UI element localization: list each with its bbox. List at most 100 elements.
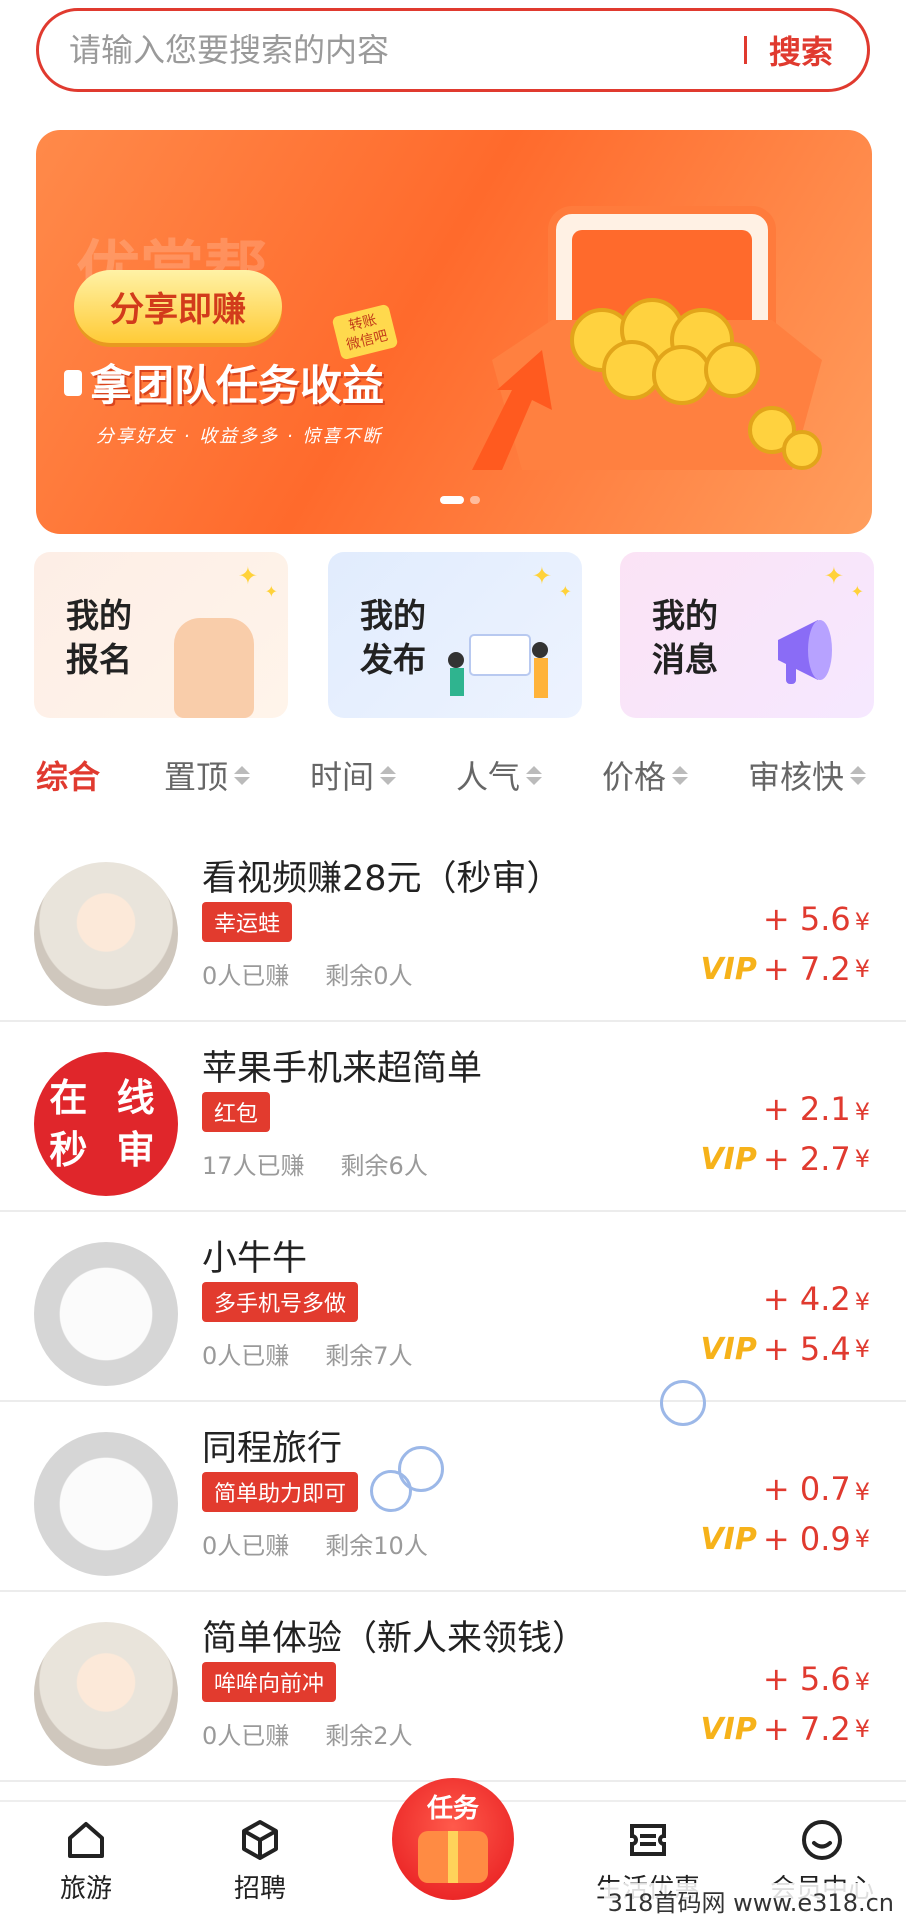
tab-label: 审核快 bbox=[748, 758, 845, 796]
nav-label: 招聘 bbox=[233, 1874, 286, 1904]
touch-bubble-icon bbox=[370, 1470, 412, 1512]
sparkle-icon: ✦ bbox=[850, 582, 864, 601]
earned-count: 0人已赚 bbox=[202, 1722, 290, 1750]
vip-icon: VIP bbox=[700, 1331, 757, 1367]
search-divider bbox=[743, 36, 747, 64]
currency-symbol: ¥ bbox=[854, 908, 870, 936]
price-value: + 2.1 bbox=[762, 1090, 851, 1128]
task-meta: 17人已赚 剩余6人 bbox=[202, 1146, 428, 1181]
vip-price-value: + 2.7 bbox=[762, 1140, 851, 1178]
tab-fast-review[interactable]: 审核快 bbox=[748, 752, 867, 798]
task-tag: 多手机号多做 bbox=[202, 1282, 359, 1322]
task-tag: 简单助力即可 bbox=[202, 1472, 359, 1512]
remain-count: 剩余10人 bbox=[325, 1532, 428, 1560]
sort-icon bbox=[850, 765, 867, 785]
treasure-chest-icon bbox=[472, 206, 822, 470]
sparkle-icon: ✦ bbox=[558, 582, 572, 601]
task-item[interactable]: 小牛牛 多手机号多做 0人已赚 剩余7人 + 4.2 ¥ VIP + 5.4 ¥ bbox=[0, 1212, 906, 1402]
gift-icon bbox=[418, 1831, 488, 1883]
currency-symbol: ¥ bbox=[854, 1668, 870, 1696]
tab-overall[interactable]: 综合 bbox=[36, 752, 100, 798]
my-signups-card[interactable]: 我的 报名 ✦ ✦ bbox=[34, 552, 288, 718]
tab-popularity[interactable]: 人气 bbox=[456, 752, 543, 798]
task-meta: 0人已赚 剩余7人 bbox=[202, 1336, 413, 1371]
price-value: + 5.6 bbox=[762, 1660, 851, 1698]
currency-symbol: ¥ bbox=[854, 955, 870, 983]
avatar bbox=[34, 862, 178, 1006]
task-price: + 4.2 ¥ bbox=[763, 1280, 870, 1318]
promo-banner[interactable]: 优赏帮 分享即赚 转账 微信吧 拿团队任务收益 分享好友 · 收益多多 · 惊喜… bbox=[36, 130, 872, 534]
sparkle-icon: ✦ bbox=[237, 562, 258, 590]
task-title: 小牛牛 bbox=[202, 1239, 308, 1279]
currency-symbol: ¥ bbox=[854, 1478, 870, 1506]
currency-symbol: ¥ bbox=[854, 1288, 870, 1316]
card-label: 我的 消息 bbox=[652, 596, 718, 679]
task-title: 看视频赚28元（秒审） bbox=[202, 859, 562, 899]
remain-count: 剩余0人 bbox=[325, 962, 413, 990]
banner-dot bbox=[470, 496, 480, 504]
sparkle-icon: ✦ bbox=[823, 562, 844, 590]
task-tag: 红包 bbox=[202, 1092, 271, 1132]
task-title: 苹果手机来超简单 bbox=[202, 1049, 483, 1089]
currency-symbol: ¥ bbox=[854, 1525, 870, 1553]
nav-center-label: 任务 bbox=[426, 1794, 479, 1824]
vip-price: VIP + 0.9 ¥ bbox=[700, 1520, 870, 1558]
task-price: + 5.6 ¥ bbox=[763, 1660, 870, 1698]
price-value: + 0.7 bbox=[762, 1470, 851, 1508]
card-label: 我的 发布 bbox=[360, 596, 426, 679]
site-watermark: 318首码网 www.e318.cn bbox=[603, 1883, 898, 1918]
my-messages-card[interactable]: 我的 消息 ✦ ✦ bbox=[620, 552, 874, 718]
tab-label: 综合 bbox=[36, 758, 101, 796]
task-item[interactable]: 同程旅行 简单助力即可 0人已赚 剩余10人 + 0.7 ¥ VIP + 0.9 ¥ bbox=[0, 1380, 906, 1592]
price-value: + 4.2 bbox=[762, 1280, 851, 1318]
tab-pinned[interactable]: 置顶 bbox=[164, 752, 251, 798]
vip-price: VIP + 7.2 ¥ bbox=[700, 1710, 870, 1748]
avatar bbox=[34, 1432, 178, 1576]
task-price: + 0.7 ¥ bbox=[763, 1470, 870, 1508]
tab-label: 时间 bbox=[310, 758, 375, 796]
vip-price: VIP + 5.4 ¥ bbox=[700, 1330, 870, 1368]
sort-icon bbox=[672, 765, 689, 785]
vip-icon: VIP bbox=[700, 951, 757, 987]
task-meta: 0人已赚 剩余10人 bbox=[202, 1526, 428, 1561]
hand-icon bbox=[174, 618, 254, 718]
tab-time[interactable]: 时间 bbox=[310, 752, 397, 798]
banner-headline: 拿团队任务收益 bbox=[64, 352, 384, 413]
currency-symbol: ¥ bbox=[854, 1098, 870, 1126]
task-item[interactable]: 在 线秒 审 苹果手机来超简单 红包 17人已赚 剩余6人 + 2.1 ¥ VIP +… bbox=[0, 1022, 906, 1212]
price-value: + 5.6 bbox=[762, 900, 851, 938]
megaphone-icon bbox=[778, 620, 832, 684]
sort-icon bbox=[380, 765, 397, 785]
task-title: 同程旅行 bbox=[202, 1429, 343, 1469]
tab-label: 价格 bbox=[602, 758, 667, 796]
search-input[interactable] bbox=[39, 30, 744, 70]
earned-count: 0人已赚 bbox=[202, 1342, 290, 1370]
task-list: 看视频赚28元（秒审） 幸运蛙 0人已赚 剩余0人 + 5.6 ¥ VIP + 7.2… bbox=[0, 832, 906, 1782]
nav-label: 旅游 bbox=[59, 1874, 112, 1904]
task-price: + 5.6 ¥ bbox=[763, 900, 870, 938]
vip-price-value: + 0.9 bbox=[762, 1520, 851, 1558]
nav-travel[interactable]: 旅游 bbox=[26, 1816, 146, 1905]
card-label: 我的 报名 bbox=[66, 596, 132, 679]
avatar-text: 在 线 bbox=[49, 1076, 163, 1120]
nav-jobs[interactable]: 招聘 bbox=[200, 1816, 320, 1905]
ticket-icon bbox=[630, 1824, 666, 1856]
earned-count: 17人已赚 bbox=[202, 1152, 305, 1180]
avatar: 在 线秒 审 bbox=[34, 1052, 178, 1196]
my-posts-card[interactable]: 我的 发布 ✦ ✦ bbox=[328, 552, 582, 718]
nav-tasks-button[interactable]: 任务 bbox=[392, 1778, 514, 1900]
banner-pill: 分享即赚 bbox=[74, 270, 282, 343]
banner-headline-text: 拿团队任务收益 bbox=[90, 361, 385, 410]
vip-icon: VIP bbox=[700, 1141, 757, 1177]
avatar bbox=[34, 1242, 178, 1386]
task-tag: 幸运蛙 bbox=[202, 902, 293, 942]
task-item[interactable]: 简单体验（新人来领钱） 哞哞向前冲 0人已赚 剩余2人 + 5.6 ¥ VIP + 7… bbox=[0, 1592, 906, 1782]
tab-label: 人气 bbox=[456, 758, 521, 796]
tab-price[interactable]: 价格 bbox=[602, 752, 689, 798]
vip-icon: VIP bbox=[700, 1521, 757, 1557]
vip-price-value: + 7.2 bbox=[762, 950, 851, 988]
task-tag: 哞哞向前冲 bbox=[202, 1662, 337, 1702]
remain-count: 剩余2人 bbox=[325, 1722, 413, 1750]
search-button[interactable]: 搜索 bbox=[769, 27, 833, 73]
task-item[interactable]: 看视频赚28元（秒审） 幸运蛙 0人已赚 剩余0人 + 5.6 ¥ VIP + 7.2… bbox=[0, 832, 906, 1022]
